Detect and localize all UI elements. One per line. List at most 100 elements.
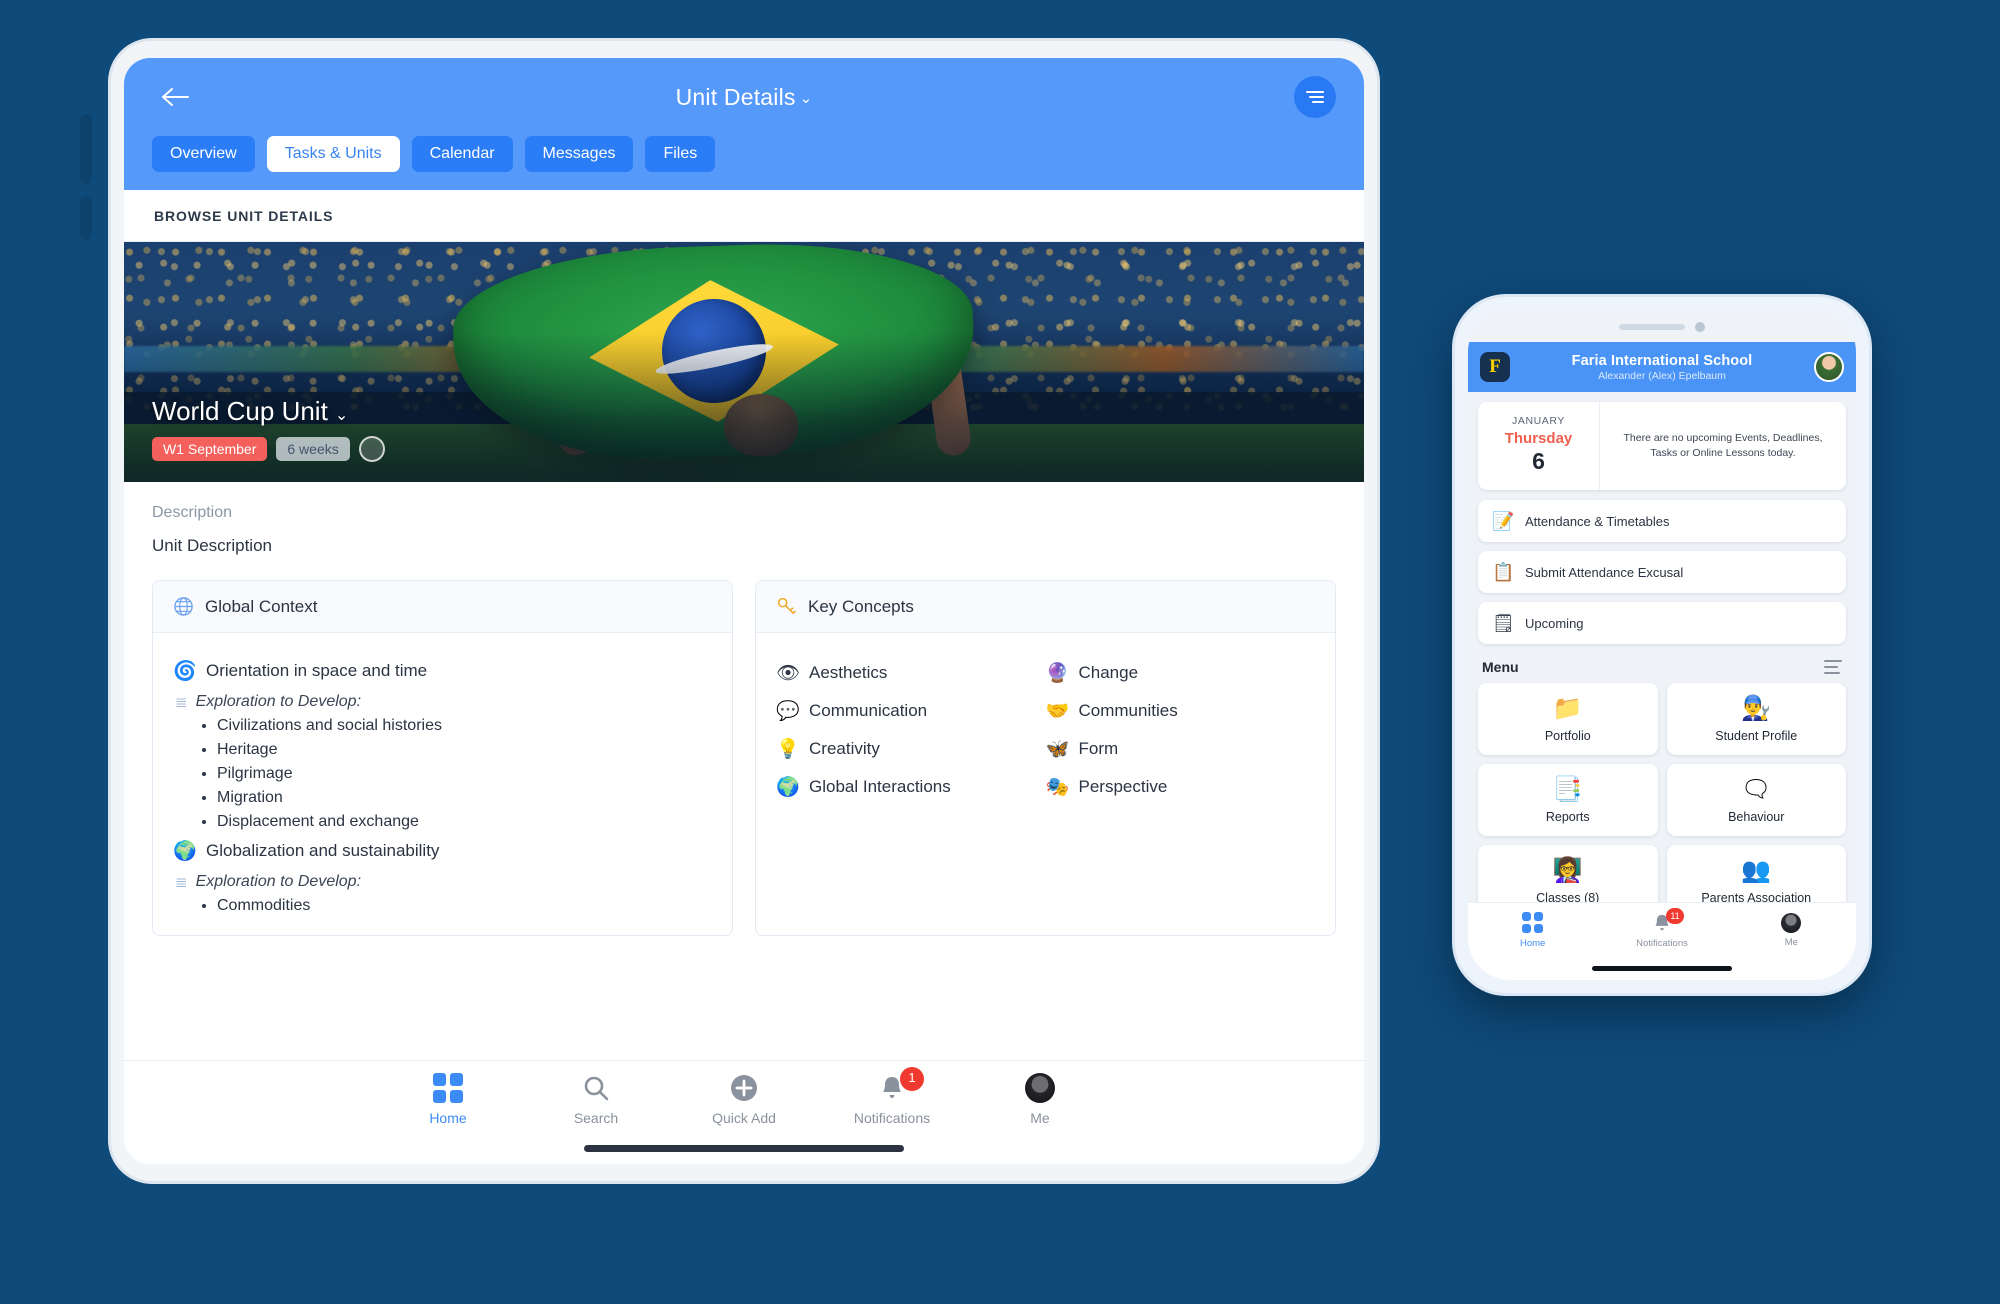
- tile-behaviour[interactable]: 🗨 Behaviour: [1666, 764, 1846, 836]
- avatar: [1781, 913, 1802, 933]
- phone-nav-home-label: Home: [1519, 938, 1546, 949]
- search-icon: [584, 1076, 609, 1101]
- student-profile-icon: 👨‍🔧: [1741, 695, 1772, 722]
- description-text: Unit Description: [152, 536, 272, 555]
- page-title-text: Unit Details: [675, 83, 796, 110]
- globe-icon: [174, 597, 193, 616]
- list-item: Migration: [217, 789, 712, 807]
- faria-logo-icon: F: [1480, 352, 1510, 382]
- key-concept-label: Aesthetics: [809, 663, 888, 682]
- chevron-down-icon: ⌄: [334, 407, 349, 424]
- key-concept-label: Perspective: [1078, 777, 1168, 796]
- avatar: [1025, 1073, 1055, 1103]
- key-concept-item: 💡 Creativity: [776, 739, 1046, 759]
- tile-portfolio[interactable]: 📁 Portfolio: [1478, 683, 1658, 755]
- unit-body: Description Unit Description Global Cont…: [124, 482, 1364, 936]
- speech-bubble-icon: 💬: [776, 700, 800, 722]
- tab-calendar[interactable]: Calendar: [411, 136, 513, 172]
- phone-nav-home[interactable]: Home: [1485, 912, 1581, 980]
- tab-overview[interactable]: Overview: [152, 136, 255, 172]
- phone-content-scroll[interactable]: JANUARY Thursday 6 There are no upcoming…: [1468, 392, 1856, 922]
- list-item-label: Submit Attendance Excusal: [1525, 564, 1684, 580]
- menu-title: Menu: [1482, 659, 1519, 675]
- phone-speaker: [1619, 324, 1685, 330]
- list-item: Commodities: [217, 897, 712, 915]
- user-avatar[interactable]: [1814, 352, 1844, 382]
- folder-icon: 📁: [1552, 695, 1583, 722]
- nav-search[interactable]: Search: [522, 1073, 670, 1126]
- group-title-text: Globalization and sustainability: [206, 841, 440, 860]
- key-concept-item: 👁 Aesthetics: [776, 663, 1046, 683]
- list-item-attendance-timetables[interactable]: 📝 Attendance & Timetables: [1478, 500, 1846, 542]
- key-concept-item: 🤝 Communities: [1046, 701, 1316, 721]
- phone-nav-me-label: Me: [1784, 937, 1798, 948]
- unit-title[interactable]: World Cup Unit ⌄: [152, 396, 385, 427]
- tile-label: Portfolio: [1544, 729, 1591, 743]
- nav-me[interactable]: Me: [966, 1073, 1114, 1126]
- screenshot-stage: Unit Details ⌄ Overview Tasks & Units Cal…: [0, 0, 2000, 1304]
- key-concept-label: Global Interactions: [809, 777, 951, 796]
- teacher-board-icon: 👩‍🏫: [1552, 857, 1583, 884]
- key-concepts-header: Key Concepts: [756, 581, 1335, 633]
- menu-button[interactable]: [1294, 76, 1336, 118]
- tablet-volume-button: [80, 114, 92, 184]
- tab-messages[interactable]: Messages: [524, 136, 634, 172]
- nav-me-label: Me: [1030, 1110, 1050, 1126]
- list-view-icon[interactable]: [1824, 660, 1842, 674]
- key-concept-label: Creativity: [809, 739, 880, 758]
- tile-student-profile[interactable]: 👨‍🔧 Student Profile: [1666, 683, 1846, 755]
- chevron-down-icon: ⌄: [799, 89, 813, 107]
- mask-icon: 🎭: [1045, 776, 1070, 798]
- tile-reports[interactable]: 📑 Reports: [1478, 764, 1658, 836]
- hamburger-list-icon: [1306, 91, 1324, 103]
- back-arrow-icon[interactable]: [154, 76, 196, 118]
- tab-files[interactable]: Files: [645, 136, 716, 172]
- exploration-list: Commodities: [217, 897, 712, 915]
- nav-home[interactable]: Home: [374, 1073, 522, 1126]
- menu-tile-grid: 📁 Portfolio 👨‍🔧 Student Profile 📑 Report…: [1478, 683, 1846, 917]
- phone-notch: [1600, 320, 1724, 334]
- nav-search-label: Search: [573, 1110, 619, 1126]
- tablet-home-indicator: [584, 1145, 904, 1152]
- bullet-list-icon: ≣: [175, 694, 188, 711]
- phone-header: F Faria International School Alexander (…: [1468, 342, 1856, 392]
- date-block: JANUARY Thursday 6: [1478, 402, 1600, 490]
- bullet-list-icon: ≣: [175, 874, 188, 891]
- phone-camera: [1695, 322, 1705, 332]
- unit-progress-circle: [358, 436, 385, 462]
- list-item-submit-attendance-excusal[interactable]: 📋 Submit Attendance Excusal: [1478, 551, 1846, 593]
- phone-screen: F Faria International School Alexander (…: [1468, 310, 1856, 980]
- tablet-power-button: [80, 196, 92, 240]
- butterfly-icon: 🦋: [1045, 738, 1070, 760]
- phone-nav-me[interactable]: Me: [1743, 912, 1839, 980]
- nav-quick-add[interactable]: Quick Add: [670, 1073, 818, 1126]
- key-concept-item: 🌍 Global Interactions: [776, 777, 1046, 797]
- exploration-label-text: Exploration to Develop:: [195, 693, 362, 710]
- list-item: Pilgrimage: [217, 765, 712, 783]
- phone-notifications-badge: 11: [1665, 908, 1684, 924]
- key-icon: [777, 597, 796, 614]
- notepad-icon: 🗒: [1492, 613, 1515, 633]
- list-item-upcoming[interactable]: 🗒 Upcoming: [1478, 602, 1846, 644]
- exploration-label: ≣ Exploration to Develop:: [175, 693, 712, 711]
- page-title[interactable]: Unit Details ⌄: [124, 84, 1364, 111]
- key-concept-label: Communication: [809, 701, 928, 720]
- nav-notifications[interactable]: 1 Notifications: [818, 1067, 966, 1126]
- tab-bar: Overview Tasks & Units Calendar Messages…: [124, 136, 1364, 190]
- hero-caption: World Cup Unit ⌄ W1 September 6 weeks: [152, 396, 385, 462]
- speech-bubbles-icon: 🗨: [1741, 776, 1772, 803]
- date-month: JANUARY: [1511, 415, 1566, 427]
- tab-tasks-units[interactable]: Tasks & Units: [266, 136, 400, 172]
- global-context-panel: Global Context 🌀 Orientation in space an…: [152, 580, 733, 936]
- earth-globe-icon: 🌍: [776, 776, 800, 798]
- key-concept-item: 🎭 Perspective: [1046, 777, 1316, 797]
- notifications-badge: 1: [900, 1067, 924, 1091]
- key-concept-item: 💬 Communication: [776, 701, 1046, 721]
- key-concepts-body: 👁 Aesthetics 💬 Communication 💡 Creativit…: [756, 633, 1335, 825]
- phone-header-text: Faria International School Alexander (Al…: [1520, 353, 1804, 382]
- handshake-icon: 🤝: [1045, 700, 1070, 722]
- key-concept-item: 🔮 Change: [1046, 663, 1316, 683]
- key-concepts-grid: 👁 Aesthetics 💬 Communication 💡 Creativit…: [776, 651, 1315, 815]
- people-group-icon: 👥: [1741, 857, 1772, 884]
- tile-label: Student Profile: [1715, 729, 1798, 743]
